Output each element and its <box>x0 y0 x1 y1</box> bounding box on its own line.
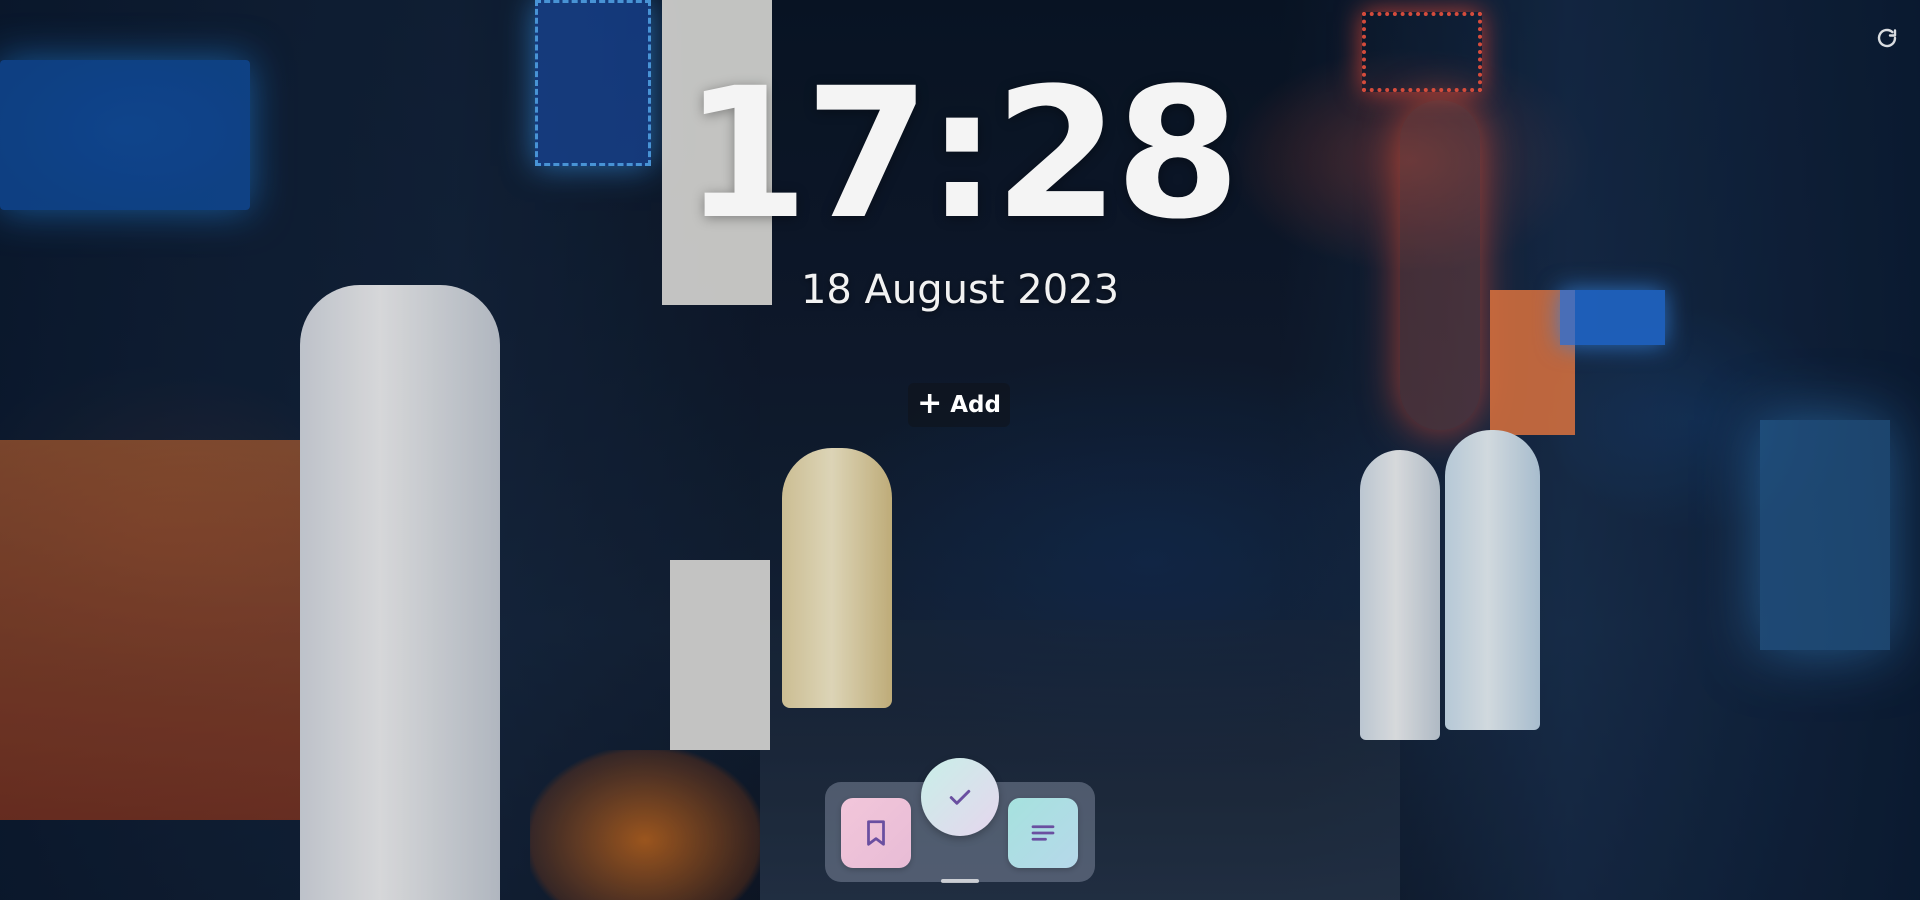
add-button[interactable]: + Add <box>908 383 1010 427</box>
background-cylinder-sign <box>782 448 892 708</box>
background-awning <box>0 440 300 820</box>
bookmark-icon <box>867 820 885 846</box>
add-button-label: Add <box>950 392 1001 418</box>
clock-date: 18 August 2023 <box>800 267 1120 313</box>
reload-icon <box>1877 28 1897 48</box>
check-icon <box>949 789 971 805</box>
bookmarks-button[interactable] <box>841 798 911 868</box>
background-pillar-right <box>1360 450 1440 740</box>
todo-check-button[interactable] <box>921 758 999 836</box>
background-pillar-sign <box>300 285 500 900</box>
dock-handle[interactable] <box>941 879 979 883</box>
background-pillar-right-2 <box>1445 430 1540 730</box>
clock-time: 17:28 <box>683 50 1241 259</box>
background-chairs <box>530 750 760 900</box>
notes-icon <box>1031 825 1055 841</box>
reload-background-button[interactable] <box>1870 22 1904 56</box>
background-standing-sign <box>670 560 770 750</box>
plus-icon: + <box>917 385 943 421</box>
notes-button[interactable] <box>1008 798 1078 868</box>
background-glow-right <box>1760 420 1890 650</box>
new-tab-screen: 17:28 18 August 2023 + Add <box>0 0 1920 900</box>
